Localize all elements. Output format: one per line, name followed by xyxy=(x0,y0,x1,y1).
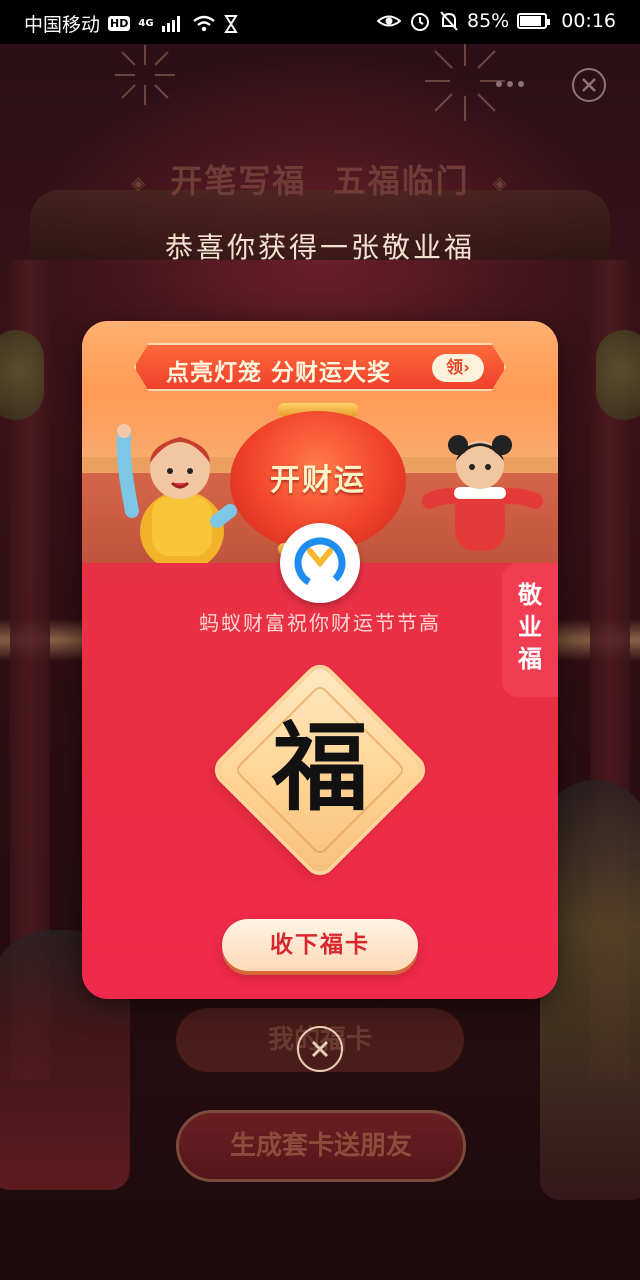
background-title: ◈ 开笔写福 五福临门 ◈ xyxy=(0,156,640,202)
card-subtitle: 蚂蚁财富祝你财运节节高 xyxy=(199,611,441,635)
fu-character: 福 xyxy=(272,711,368,824)
generate-set-button: 生成套卡送朋友 xyxy=(176,1110,466,1182)
hourglass-icon xyxy=(223,14,238,33)
wifi-icon xyxy=(192,15,215,31)
fu-card-modal: 开财运 点亮灯笼 分财运大奖 领› 蚂蚁财富祝你财运节节高 敬业福 福 收下福卡 xyxy=(82,321,558,999)
collect-card-button[interactable]: 收下福卡 xyxy=(222,919,418,971)
network-type: 4G xyxy=(138,18,154,29)
battery-fill xyxy=(520,16,541,26)
signal-icon xyxy=(161,15,180,32)
side-lantern-left xyxy=(0,330,44,420)
claim-button[interactable]: 领› xyxy=(432,354,484,382)
close-icon[interactable] xyxy=(572,68,606,102)
alarm-icon xyxy=(411,13,429,31)
background-title-part2: 五福临门 xyxy=(333,162,470,200)
eye-icon xyxy=(377,15,401,27)
diamond-ornament-icon: ◈ xyxy=(492,172,509,194)
ant-fortune-logo-icon xyxy=(280,523,360,603)
side-lantern-right xyxy=(596,330,640,420)
congrats-text: 恭喜你获得一张敬业福 xyxy=(164,231,475,264)
claim-button-label: 领 xyxy=(445,358,463,378)
kid-left-illustration xyxy=(116,424,237,563)
mute-bell-icon xyxy=(440,11,458,31)
chevron-right-icon: › xyxy=(462,358,470,378)
carrier-label: 中国移动 xyxy=(24,14,101,36)
more-dots-icon[interactable] xyxy=(496,72,536,96)
fu-card: 福 xyxy=(213,663,427,877)
clock: 00:16 xyxy=(561,10,616,32)
lantern-text: 开财运 xyxy=(270,463,366,498)
card-type-label: 敬业福 xyxy=(518,581,542,673)
promo-banner-text: 点亮灯笼 分财运大奖 xyxy=(166,360,392,386)
card-type-tag: 敬业福 xyxy=(502,563,558,697)
battery-icon xyxy=(517,13,551,29)
hd-badge: HD xyxy=(108,16,131,31)
diamond-ornament-icon: ◈ xyxy=(131,172,148,194)
close-icon[interactable] xyxy=(297,1026,343,1072)
firework-icon xyxy=(115,45,175,105)
battery-percent: 85% xyxy=(467,10,510,32)
status-bar: 中国移动 HD 4G 85% 00:16 xyxy=(0,0,640,44)
kid-right-illustration xyxy=(422,435,543,551)
background-title-part1: 开笔写福 xyxy=(170,162,307,200)
promo-banner[interactable]: 点亮灯笼 分财运大奖 领› xyxy=(134,343,506,391)
